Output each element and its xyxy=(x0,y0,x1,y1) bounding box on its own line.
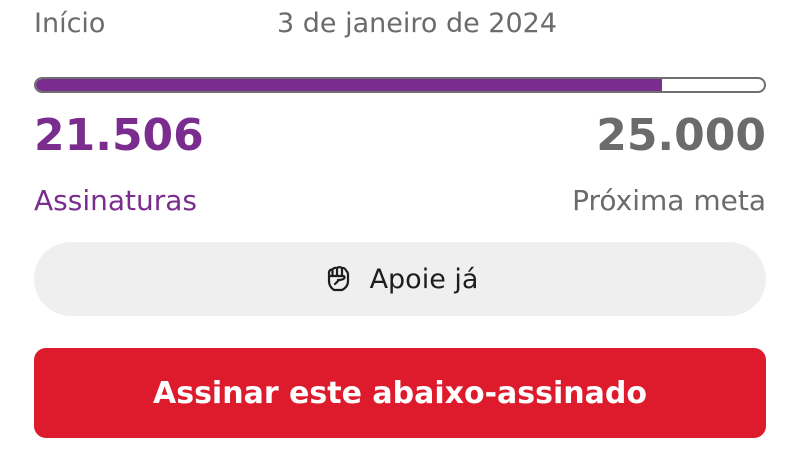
start-label: Início xyxy=(34,8,106,39)
signature-count-label: Assinaturas xyxy=(34,184,197,217)
goal-label: Próxima meta xyxy=(572,184,766,217)
support-button-label: Apoie já xyxy=(369,263,479,295)
signature-count: 21.506 xyxy=(34,110,204,161)
timeline-header: Início 3 de janeiro de 2024 xyxy=(34,6,766,42)
petition-progress-panel: Início 3 de janeiro de 2024 21.506 25.00… xyxy=(0,0,800,450)
sign-petition-button[interactable]: Assinar este abaixo-assinado xyxy=(34,348,766,438)
signature-progress-fill xyxy=(36,79,663,91)
start-date: 3 de janeiro de 2024 xyxy=(277,8,558,39)
signature-progress-bar xyxy=(34,77,766,93)
sign-petition-button-label: Assinar este abaixo-assinado xyxy=(153,375,647,411)
support-button[interactable]: Apoie já xyxy=(34,242,766,316)
raised-fist-icon xyxy=(322,263,354,295)
goal-count: 25.000 xyxy=(596,110,766,161)
